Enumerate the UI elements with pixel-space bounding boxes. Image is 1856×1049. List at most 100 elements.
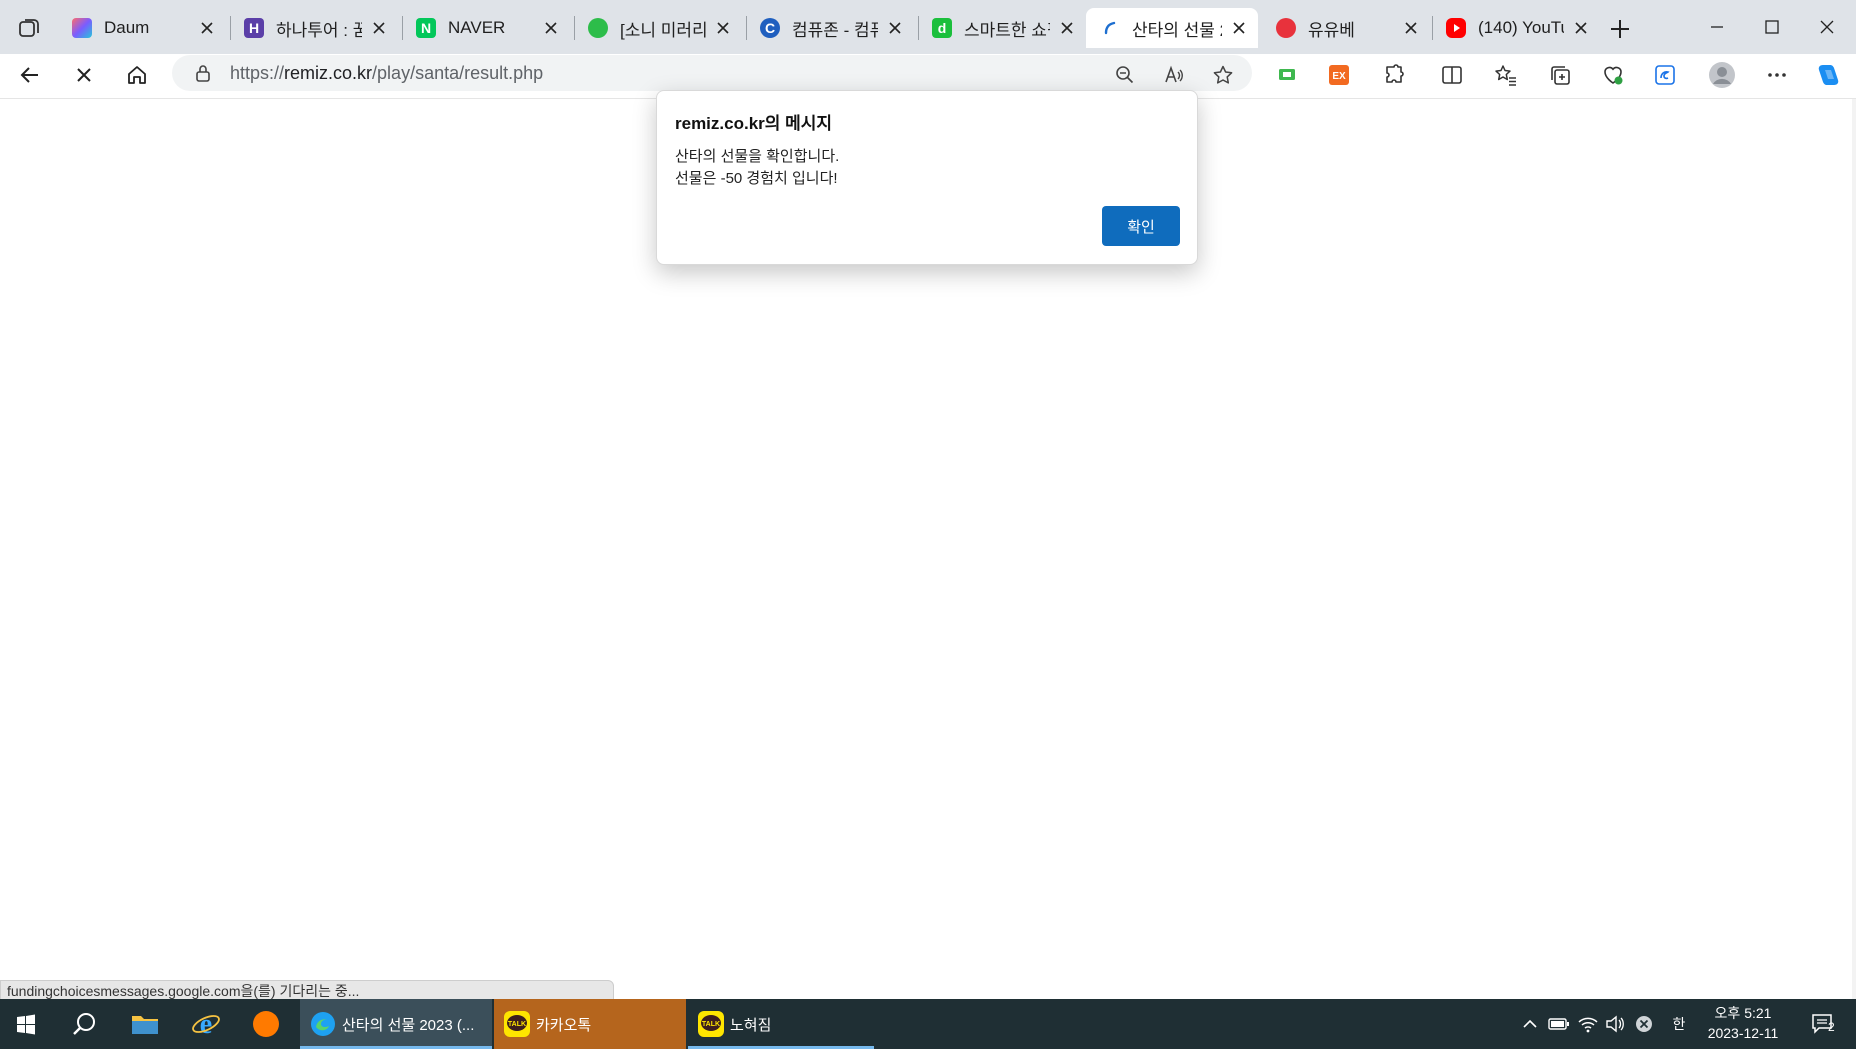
scrollbar[interactable] (1852, 99, 1856, 999)
show-hidden-icons-button[interactable] (1518, 1012, 1542, 1036)
clock-date: 2023-12-11 (1707, 1025, 1779, 1041)
svg-text:EX: EX (1332, 71, 1346, 82)
extensions-button[interactable] (1377, 58, 1411, 92)
copilot-button[interactable] (1811, 58, 1845, 92)
app-badge-icon (253, 1011, 279, 1037)
zoom-button[interactable] (1108, 58, 1142, 92)
taskbar-app-kakaotalk[interactable]: TALK 카카오톡 (494, 999, 686, 1049)
ime-indicator[interactable]: 한 (1667, 1012, 1691, 1036)
folder-icon (132, 1016, 158, 1034)
start-button[interactable] (4, 1002, 48, 1046)
tab-close-icon[interactable] (714, 19, 732, 37)
search-button[interactable] (63, 1002, 107, 1046)
extension-ex-button[interactable]: EX (1322, 58, 1356, 92)
back-button[interactable] (13, 58, 47, 92)
clock[interactable]: 오후 5:21 2023-12-11 (1698, 1003, 1788, 1043)
url-scheme: https:// (230, 63, 285, 83)
notification-count: 2 (1828, 1020, 1835, 1034)
clock-time: 오후 5:21 (1714, 1005, 1772, 1021)
more-dots-icon (1768, 73, 1786, 77)
tab-hanatour[interactable]: H 하나투어 : 꿈꾸 (230, 8, 398, 48)
network-button[interactable] (1576, 1012, 1600, 1036)
tab-close-icon[interactable] (1402, 19, 1420, 37)
dialog-message-line-2: 선물은 -50 경험치 입니다! (675, 170, 838, 187)
internet-explorer-button[interactable]: e (184, 1002, 228, 1046)
tab-daum[interactable]: Daum (58, 8, 226, 48)
favorites-button[interactable] (1489, 58, 1523, 92)
tray-app-button[interactable] (1632, 1012, 1656, 1036)
taskbar-app-label: 산타의 선물 2023 (... (342, 1016, 475, 1034)
extension-green-button[interactable] (1270, 58, 1304, 92)
hanatour-favicon: H (244, 18, 264, 38)
tab-santa-active[interactable]: 산타의 선물 20 (1086, 8, 1258, 48)
alert-dialog: remiz.co.kr의 메시지 산타의 선물을 확인합니다. 선물은 -50 … (656, 90, 1198, 265)
tab-close-icon[interactable] (370, 19, 388, 37)
kakao-game-button[interactable] (244, 1002, 288, 1046)
minimize-button[interactable] (1700, 10, 1734, 44)
kakaotalk-icon: TALK (698, 1011, 724, 1037)
split-screen-button[interactable] (1435, 58, 1469, 92)
browser-essentials-button[interactable] (1596, 58, 1630, 92)
dialog-message-line-1: 산타의 선물을 확인합니다. (675, 148, 840, 165)
tab-sony[interactable]: [소니 미러리스 (574, 8, 742, 48)
tab-title: 유유베 (1308, 20, 1355, 40)
remiz-favicon (1100, 18, 1120, 38)
uuubey-favicon (1276, 18, 1296, 38)
url-host: remiz.co.kr (284, 63, 373, 83)
kakaotalk-icon: TALK (504, 1011, 530, 1037)
close-circle-icon (1636, 1016, 1652, 1032)
url-text[interactable]: https://remiz.co.kr/play/santa/result.ph… (230, 61, 543, 85)
taskbar-app-edge[interactable]: 산타의 선물 2023 (... (300, 999, 492, 1049)
profile-button[interactable] (1705, 58, 1739, 92)
home-button[interactable] (120, 58, 154, 92)
tab-close-icon[interactable] (198, 19, 216, 37)
tab-uuubey[interactable]: 유유베 (1262, 8, 1430, 48)
ex-extension-icon: EX (1329, 65, 1349, 85)
settings-more-button[interactable] (1760, 58, 1794, 92)
ok-button[interactable]: 확인 (1102, 206, 1180, 246)
stop-loading-button[interactable] (67, 58, 101, 92)
maximize-button[interactable] (1755, 10, 1789, 44)
tab-close-icon[interactable] (1058, 19, 1076, 37)
search-icon (73, 1013, 95, 1035)
url-path: /play/santa/result.php (372, 63, 544, 83)
volume-button[interactable] (1603, 1012, 1627, 1036)
tab-actions-icon[interactable] (17, 15, 43, 41)
chevron-up-icon (1523, 1019, 1537, 1028)
tab-close-icon[interactable] (1572, 19, 1590, 37)
daum-favicon (72, 18, 92, 38)
taskbar-app-kakaotalk-chat[interactable]: TALK 노혀짐 (688, 999, 874, 1049)
tab-youtube[interactable]: (140) YouTube (1432, 8, 1600, 48)
compuzone-favicon: C (760, 18, 780, 38)
edge-extension-button[interactable] (1648, 58, 1682, 92)
close-icon (1820, 20, 1834, 34)
split-screen-icon (1442, 66, 1462, 84)
close-window-button[interactable] (1810, 10, 1844, 44)
tab-close-icon[interactable] (886, 19, 904, 37)
taskbar-app-label: 노혀짐 (730, 1016, 772, 1034)
lock-icon[interactable] (192, 62, 214, 84)
monitor-extension-icon (1279, 69, 1295, 80)
tab-title: NAVER (448, 18, 506, 37)
file-explorer-button[interactable] (123, 1002, 167, 1046)
avatar (1709, 62, 1735, 88)
favorite-button[interactable] (1206, 58, 1240, 92)
tab-title: 컴퓨존 - 컴퓨터 (792, 20, 878, 40)
collections-button[interactable] (1543, 58, 1577, 92)
new-tab-button[interactable] (1605, 14, 1635, 44)
back-arrow-icon (20, 67, 38, 83)
tab-title: Daum (104, 18, 150, 37)
tab-close-icon[interactable] (542, 19, 560, 37)
youtube-favicon (1446, 18, 1466, 38)
wifi-icon (1578, 1017, 1598, 1033)
battery-icon (1548, 1018, 1569, 1030)
read-aloud-button[interactable] (1157, 58, 1191, 92)
svg-text:TALK: TALK (702, 1021, 720, 1028)
battery-button[interactable] (1547, 1012, 1571, 1036)
tab-compuzone[interactable]: C 컴퓨존 - 컴퓨터 (746, 8, 914, 48)
tab-naver[interactable]: N NAVER (402, 8, 570, 48)
tab-danawa[interactable]: d 스마트한 쇼핑 (918, 8, 1086, 48)
edge-icon (310, 1011, 336, 1037)
tab-close-icon[interactable] (1230, 19, 1248, 37)
notification-center-button[interactable]: 2 (1804, 1012, 1844, 1036)
